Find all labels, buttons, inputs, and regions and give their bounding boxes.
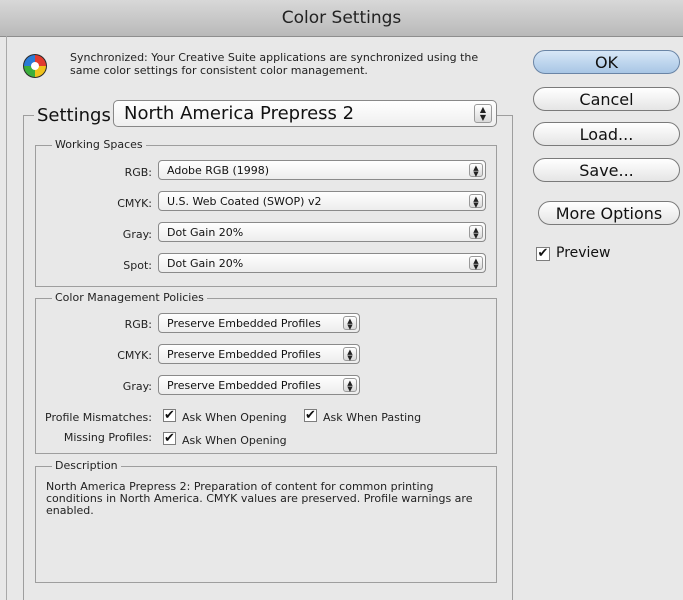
ws-gray-value: Dot Gain 20% xyxy=(167,226,244,239)
ws-rgb-select[interactable]: Adobe RGB (1998) ▲ ▼ xyxy=(158,160,486,180)
up-down-arrows-icon: ▲ ▼ xyxy=(469,163,483,178)
policy-cmyk-select[interactable]: Preserve Embedded Profiles ▲ ▼ xyxy=(158,344,360,364)
color-wheel-icon xyxy=(23,54,47,78)
policy-gray-value: Preserve Embedded Profiles xyxy=(167,379,321,392)
preview-label: Preview xyxy=(556,245,611,261)
mismatch-ask-opening-checkbox[interactable]: ✔ xyxy=(163,409,176,422)
policy-rgb-select[interactable]: Preserve Embedded Profiles ▲ ▼ xyxy=(158,313,360,333)
up-down-arrows-icon: ▲ ▼ xyxy=(469,256,483,271)
policy-gray-label: Gray: xyxy=(122,380,152,393)
up-down-arrows-icon: ▲ ▼ xyxy=(469,194,483,209)
up-down-arrows-icon: ▲ ▼ xyxy=(343,378,357,393)
ws-rgb-label: RGB: xyxy=(124,166,152,179)
missing-ask-opening-label: Ask When Opening xyxy=(182,434,287,447)
policies-title: Color Management Policies xyxy=(52,291,207,304)
policy-cmyk-value: Preserve Embedded Profiles xyxy=(167,348,321,361)
mismatch-ask-pasting-label: Ask When Pasting xyxy=(323,411,422,424)
policy-cmyk-label: CMYK: xyxy=(117,349,152,362)
mismatch-ask-opening-label: Ask When Opening xyxy=(182,411,287,424)
mismatch-ask-pasting-checkbox[interactable]: ✔ xyxy=(304,409,317,422)
ws-cmyk-value: U.S. Web Coated (SWOP) v2 xyxy=(167,195,322,208)
description-title: Description xyxy=(52,459,121,472)
ws-spot-label: Spot: xyxy=(123,259,152,272)
preview-checkbox[interactable]: ✔ xyxy=(536,247,550,261)
missing-profiles-label: Missing Profiles: xyxy=(63,431,152,444)
working-spaces-title: Working Spaces xyxy=(52,138,146,151)
cancel-button[interactable]: Cancel xyxy=(533,87,680,111)
policy-rgb-label: RGB: xyxy=(124,318,152,331)
ws-spot-select[interactable]: Dot Gain 20% ▲ ▼ xyxy=(158,253,486,273)
window-title-bar: Color Settings xyxy=(0,0,683,37)
ws-rgb-value: Adobe RGB (1998) xyxy=(167,164,270,177)
sync-message: Synchronized: Your Creative Suite applic… xyxy=(70,51,479,77)
more-options-button[interactable]: More Options xyxy=(538,201,680,225)
policy-gray-select[interactable]: Preserve Embedded Profiles ▲ ▼ xyxy=(158,375,360,395)
up-down-arrows-icon: ▲ ▼ xyxy=(343,347,357,362)
up-down-arrows-icon: ▲ ▼ xyxy=(469,225,483,240)
ws-cmyk-select[interactable]: U.S. Web Coated (SWOP) v2 ▲ ▼ xyxy=(158,191,486,211)
profile-mismatches-label: Profile Mismatches: xyxy=(45,411,152,424)
settings-value: North America Prepress 2 xyxy=(124,103,355,124)
window-left-edge xyxy=(6,36,7,600)
settings-select[interactable]: North America Prepress 2 ▲ ▼ xyxy=(113,100,497,127)
window-title: Color Settings xyxy=(281,8,402,28)
settings-label: Settings: xyxy=(34,105,120,126)
load-button[interactable]: Load... xyxy=(533,122,680,146)
missing-ask-opening-checkbox[interactable]: ✔ xyxy=(163,432,176,445)
save-button[interactable]: Save... xyxy=(533,158,680,182)
ws-gray-select[interactable]: Dot Gain 20% ▲ ▼ xyxy=(158,222,486,242)
ws-spot-value: Dot Gain 20% xyxy=(167,257,244,270)
ws-gray-label: Gray: xyxy=(122,228,152,241)
up-down-arrows-icon: ▲ ▼ xyxy=(474,104,492,123)
policy-rgb-value: Preserve Embedded Profiles xyxy=(167,317,321,330)
ws-cmyk-label: CMYK: xyxy=(117,197,152,210)
ok-button[interactable]: OK xyxy=(533,50,680,74)
up-down-arrows-icon: ▲ ▼ xyxy=(343,316,357,331)
description-text: North America Prepress 2: Preparation of… xyxy=(46,480,473,517)
